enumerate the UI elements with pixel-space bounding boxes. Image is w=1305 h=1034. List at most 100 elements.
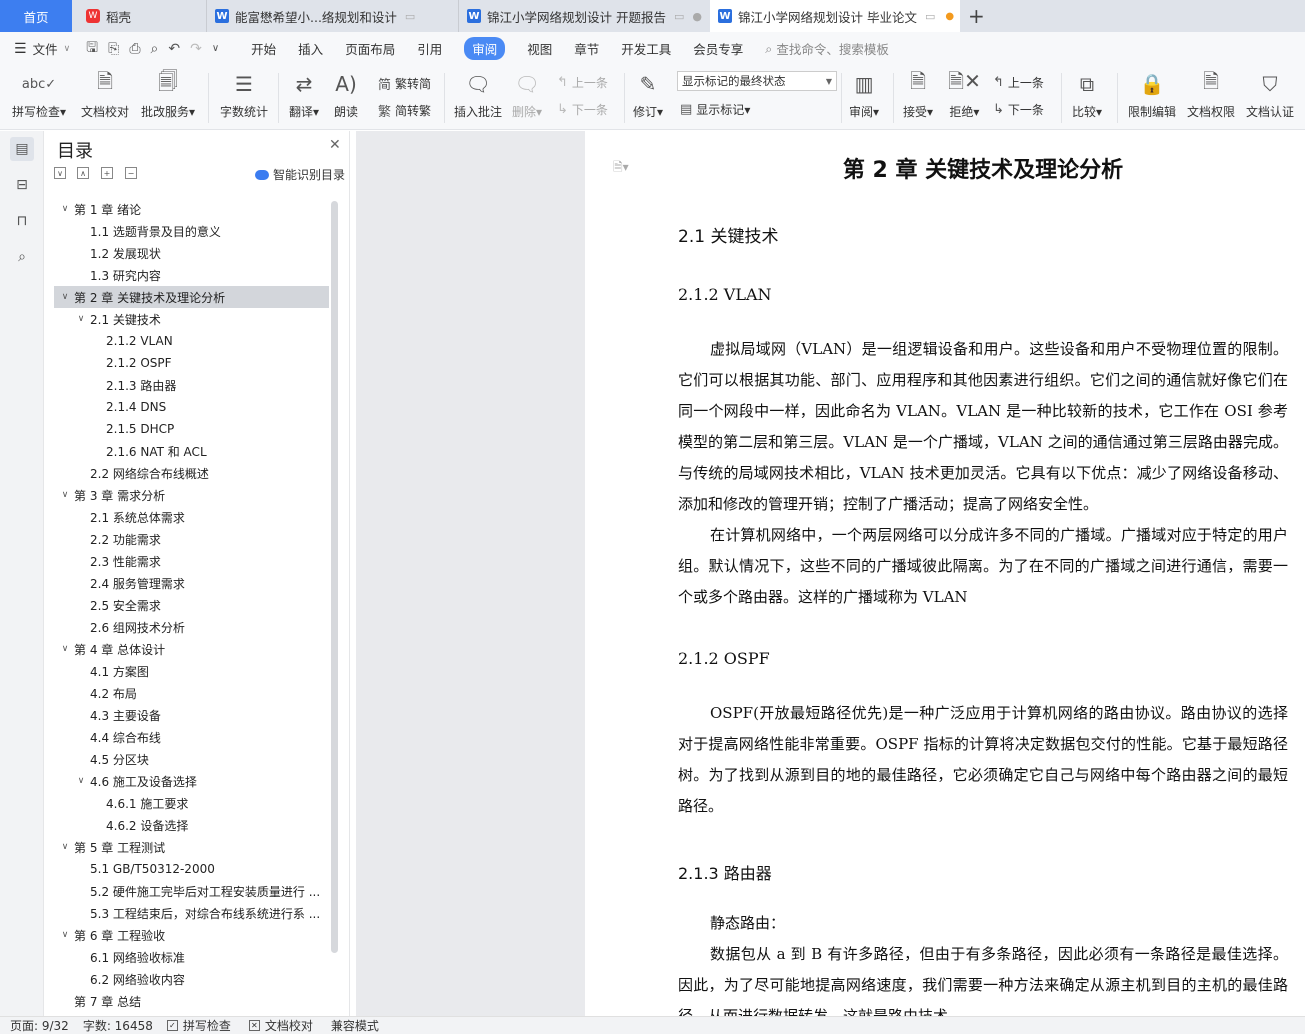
new-tab-button[interactable]: + — [968, 0, 988, 32]
read-aloud-button[interactable]: A) 朗读 — [334, 69, 358, 120]
toc-item[interactable]: 2.3 性能需求 — [54, 550, 329, 572]
toc-item[interactable]: 4.4 综合布线 — [54, 726, 329, 748]
toc-item[interactable]: ∨ 第 3 章 需求分析 — [54, 484, 329, 506]
review-pane-button[interactable]: ▥ 审阅▾ — [849, 69, 879, 120]
menu-layout[interactable]: 页面布局 — [334, 32, 406, 65]
chevron-down-icon[interactable]: ∨ — [58, 930, 72, 940]
toc-item[interactable]: 2.1.2 OSPF — [54, 352, 329, 374]
menu-start[interactable]: 开始 — [240, 32, 287, 65]
tab-doc-3-active[interactable]: W 锦江小学网络规划设计 毕业论文 ▭ ● — [710, 0, 960, 32]
bookmark-icon[interactable]: ⊓ — [10, 209, 34, 233]
doc-permission-button[interactable]: 🗎 文档权限 — [1187, 69, 1235, 120]
toc-item[interactable]: 第 7 章 总结 — [54, 990, 329, 1012]
toc-item[interactable]: 2.1.2 VLAN — [54, 330, 329, 352]
add-heading-icon[interactable]: + — [101, 167, 113, 179]
chevron-down-icon[interactable]: ∨ — [58, 842, 72, 852]
toc-item[interactable]: 2.2 网络综合布线概述 — [54, 462, 329, 484]
toc-item[interactable]: 2.2 功能需求 — [54, 528, 329, 550]
markup-state-select[interactable]: 显示标记的最终状态 ▼ — [677, 71, 837, 91]
chevron-down-icon[interactable]: ∨ — [74, 314, 88, 324]
word-count-button[interactable]: ☰ 字数统计 — [220, 69, 268, 120]
word-count-indicator[interactable]: 字数: 16458 — [83, 1017, 153, 1034]
toc-item[interactable]: 2.1.4 DNS — [54, 396, 329, 418]
toc-item[interactable]: 4.6.1 施工要求 — [54, 792, 329, 814]
toc-item[interactable]: 5.1 GB/T50312-2000 — [54, 858, 329, 880]
toc-panel-icon[interactable]: ▤ — [10, 137, 34, 161]
menu-developer[interactable]: 开发工具 — [610, 32, 682, 65]
toc-item[interactable]: 5.2 硬件施工完毕后对工程安装质量进行 ... — [54, 880, 329, 902]
toc-item[interactable]: ∨ 第 5 章 工程测试 — [54, 836, 329, 858]
menu-references[interactable]: 引用 — [406, 32, 453, 65]
toc-item[interactable]: 4.6.2 设备选择 — [54, 814, 329, 836]
toc-item[interactable]: 2.4 服务管理需求 — [54, 572, 329, 594]
toc-item[interactable]: 1.1 选题背景及目的意义 — [54, 220, 329, 242]
show-markup-button[interactable]: ▤ 显示标记 ▾ — [680, 101, 750, 118]
toc-item[interactable]: ∨ 第 1 章 绪论 — [54, 198, 329, 220]
delete-comment-button[interactable]: 🗨 删除▾ — [512, 69, 542, 120]
file-menu[interactable]: ☰ 文件 ∨ — [0, 32, 81, 65]
collapse-all-icon[interactable]: ∨ — [54, 167, 66, 179]
toc-item[interactable]: 6.1 网络验收标准 — [54, 946, 329, 968]
redo-icon[interactable]: ↷ — [185, 41, 207, 57]
toc-item[interactable]: 4.2 布局 — [54, 682, 329, 704]
toc-item[interactable]: 5.3 工程结束后，对综合布线系统进行系 ... — [54, 902, 329, 924]
toc-item[interactable]: 4.5 分区块 — [54, 748, 329, 770]
toc-item[interactable]: 2.5 安全需求 — [54, 594, 329, 616]
toc-item[interactable]: ∨ 第 6 章 工程验收 — [54, 924, 329, 946]
spell-check-button[interactable]: abc✓ 拼写检查▾ — [12, 69, 66, 120]
menu-member[interactable]: 会员专享 — [682, 32, 754, 65]
toc-item[interactable]: ∨ 第 2 章 关键技术及理论分析 — [54, 286, 329, 308]
expand-up-icon[interactable]: ∧ — [77, 167, 89, 179]
tab-home[interactable]: 首页 — [0, 0, 72, 32]
accept-button[interactable]: 🗎 接受▾ — [903, 69, 933, 120]
menu-section[interactable]: 章节 — [563, 32, 610, 65]
print-icon[interactable]: ⎙ — [124, 41, 145, 57]
status-doc-check[interactable]: ✕ 文档校对 — [248, 1017, 313, 1034]
next-comment-button[interactable]: ↳ 下一条 — [557, 101, 608, 118]
toc-item[interactable]: 4.3 主要设备 — [54, 704, 329, 726]
reject-button[interactable]: 🗎✕ 拒绝▾ — [948, 69, 981, 120]
status-spell-check[interactable]: ✓ 拼写检查 — [166, 1017, 231, 1034]
search-icon[interactable]: ⌕ — [10, 245, 34, 269]
insert-comment-button[interactable]: 🗨 插入批注 — [454, 69, 502, 120]
menu-view[interactable]: 视图 — [516, 32, 563, 65]
compare-button[interactable]: ⧉ 比较▾ — [1072, 69, 1102, 120]
export-pdf-icon[interactable]: ⎘ — [103, 41, 124, 57]
trad-to-simp-button[interactable]: 简繁转简 — [378, 74, 431, 93]
remove-heading-icon[interactable]: − — [125, 167, 137, 179]
doc-options-icon[interactable]: 🗎▾ — [613, 158, 629, 179]
toc-scrollbar[interactable] — [331, 201, 338, 953]
chevron-down-icon[interactable]: ∨ — [58, 644, 72, 654]
toc-item[interactable]: 2.1.6 NAT 和 ACL — [54, 440, 329, 462]
menu-review[interactable]: 审阅 — [453, 32, 516, 65]
document-canvas[interactable]: 🗎▾ 第 2 章 关键技术及理论分析 2.1 关键技术 2.1.2 VLAN 虚… — [585, 131, 1305, 1016]
toc-item[interactable]: 2.1.5 DHCP — [54, 418, 329, 440]
doc-check-button[interactable]: 🗎 文档校对 — [81, 69, 129, 120]
toc-item[interactable]: 2.1 系统总体需求 — [54, 506, 329, 528]
toc-item[interactable]: ∨ 2.1 关键技术 — [54, 308, 329, 330]
toc-item[interactable]: ∨ 第 4 章 总体设计 — [54, 638, 329, 660]
chevron-down-icon[interactable]: ∨ — [58, 292, 72, 302]
chevron-down-icon[interactable]: ∨ — [74, 776, 88, 786]
more-chevron-icon[interactable]: ∨ — [207, 43, 224, 54]
doc-certify-button[interactable]: ⛉ 文档认证 — [1246, 69, 1294, 120]
next-change-button[interactable]: ↳ 下一条 — [993, 101, 1044, 118]
toc-item[interactable]: 1.2 发展现状 — [54, 242, 329, 264]
revise-button[interactable]: ✎ 修订▾ — [633, 69, 663, 120]
chevron-down-icon[interactable]: ∨ — [58, 490, 72, 500]
page-indicator[interactable]: 页面: 9/32 — [10, 1017, 69, 1034]
toc-item[interactable]: 2.1.3 路由器 — [54, 374, 329, 396]
restrict-edit-button[interactable]: 🔒 限制编辑 — [1128, 69, 1176, 120]
tab-doc-2[interactable]: W 锦江小学网络规划设计 开题报告 ▭ ● — [458, 0, 708, 32]
toc-item[interactable]: 2.6 组网技术分析 — [54, 616, 329, 638]
simp-to-trad-button[interactable]: 繁简转繁 — [378, 101, 431, 120]
undo-icon[interactable]: ↶ — [163, 41, 185, 57]
toc-item[interactable]: 6.2 网络验收内容 — [54, 968, 329, 990]
chapter-nav-icon[interactable]: ⊟ — [10, 173, 34, 197]
batch-service-button[interactable]: 🗐 批改服务▾ — [141, 69, 195, 120]
toc-item[interactable]: 4.1 方案图 — [54, 660, 329, 682]
toc-item[interactable]: 1.3 研究内容 — [54, 264, 329, 286]
prev-change-button[interactable]: ↰ 上一条 — [993, 74, 1044, 91]
smart-toc-button[interactable]: 智能识别目录 — [255, 166, 345, 183]
translate-button[interactable]: ⇄ 翻译▾ — [289, 69, 319, 120]
